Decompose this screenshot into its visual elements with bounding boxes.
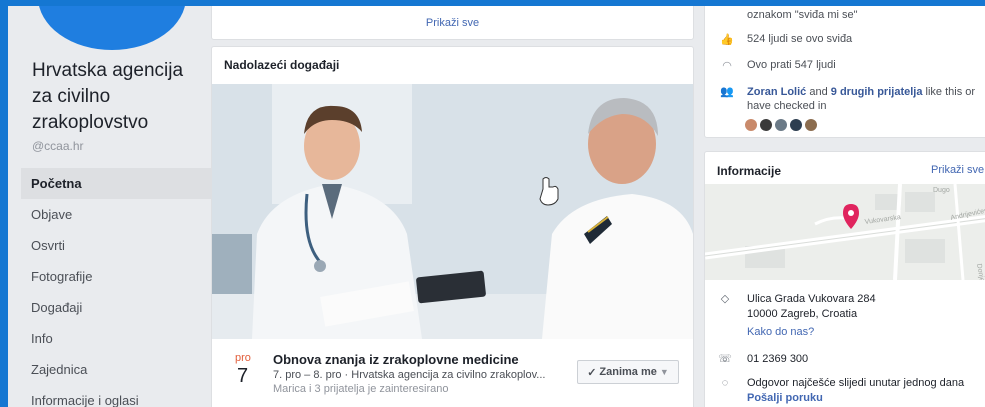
address-line2: 10000 Zagreb, Croatia [747, 308, 858, 320]
community-card: oznakom "sviđa mi se" 👍 524 ljudi se ovo… [704, 6, 985, 138]
page-handle: @ccaa.hr [32, 139, 84, 153]
event-cover-photo[interactable] [212, 84, 693, 339]
friends-tail: like this or [925, 86, 976, 98]
event-month: pro [235, 352, 251, 364]
avatar[interactable] [760, 119, 772, 131]
interested-label: Zanima me [599, 366, 657, 378]
other-friends-link[interactable]: 9 drugih prijatelja [831, 86, 923, 98]
event-illustration [212, 84, 693, 339]
info-title: Informacije [717, 164, 782, 178]
sidebar-item-info[interactable]: Info [21, 323, 211, 354]
follows-row: ◠ Ovo prati 547 ljudi [719, 59, 836, 72]
event-details: 7. pro – 8. pro · Hrvatska agencija za c… [273, 369, 546, 381]
event-day: 7 [237, 365, 249, 387]
friends-row: 👥 Zoran Lolić and 9 drugih prijatelja li… [719, 85, 985, 113]
page-title[interactable]: Hrvatska agencija za civilno zrakoplovst… [32, 58, 202, 136]
phone-number[interactable]: 01 2369 300 [747, 352, 808, 367]
friend-avatars[interactable] [745, 119, 817, 131]
map-graphic: Dugo Vukovarska Andrijevićeva Donje S [705, 184, 985, 280]
event-title[interactable]: Obnova znanja iz zrakoplovne medicine [273, 352, 519, 367]
location-map[interactable]: Dugo Vukovarska Andrijevićeva Donje S [705, 184, 985, 280]
friend-link[interactable]: Zoran Lolić [747, 86, 806, 98]
sidebar-item-objave[interactable]: Objave [21, 199, 211, 230]
sidebar-item-informacije-oglasi[interactable]: Informacije i oglasi [21, 385, 211, 407]
sidebar-item-fotografije[interactable]: Fotografije [21, 261, 211, 292]
map-label-dugo: Dugo [933, 187, 950, 194]
sidebar-item-zajednica[interactable]: Zajednica [21, 354, 211, 385]
photos-card: Prikaži sve [211, 6, 694, 40]
profile-picture[interactable] [38, 6, 186, 50]
avatar[interactable] [775, 119, 787, 131]
location-icon: ◇ [720, 293, 730, 305]
avatar[interactable] [745, 119, 757, 131]
event-friends-interested: Marica i 3 prijatelja je zainteresirano [273, 383, 449, 395]
show-all-link[interactable]: Prikaži sve [212, 17, 693, 29]
response-time: Odgovor najčešće slijedi unutar jednog d… [747, 377, 965, 389]
sidebar-item-pocetna[interactable]: Početna [21, 168, 211, 199]
directions-link[interactable]: Kako do nas? [747, 325, 876, 340]
thumbs-up-icon: 👍 [720, 34, 734, 46]
sidebar-item-dogadaji[interactable]: Događaji [21, 292, 211, 323]
friends-icon: 👥 [720, 86, 734, 98]
interested-button[interactable]: ✓ Zanima me ▼ [577, 360, 679, 384]
response-row: ◌ Odgovor najčešće slijedi unutar jednog… [717, 376, 964, 406]
caret-down-icon: ▼ [659, 367, 669, 377]
likes-count: 524 ljudi se ovo sviđa [747, 33, 853, 45]
check-icon: ✓ [587, 366, 597, 379]
likes-row: 👍 524 ljudi se ovo sviđa [719, 33, 852, 46]
information-card: Informacije Prikaži sve Dugo Vukovarska … [704, 151, 985, 407]
friends-tail2: have checked in [747, 100, 827, 112]
send-message-link[interactable]: Pošalji poruku [747, 391, 964, 406]
info-show-all-link[interactable]: Prikaži sve [931, 164, 984, 176]
phone-row: ☏ 01 2369 300 [717, 352, 808, 367]
avatar[interactable] [805, 119, 817, 131]
rss-icon: ◠ [722, 60, 732, 72]
address-block: ◇ Ulica Grada Vukovara 284 10000 Zagreb,… [717, 292, 876, 340]
follows-count: Ovo prati 547 ljudi [747, 59, 836, 71]
phone-icon: ☏ [718, 353, 732, 365]
sidebar-item-osvrti[interactable]: Osvrti [21, 230, 211, 261]
avatar[interactable] [790, 119, 802, 131]
address-line1: Ulica Grada Vukovara 284 [747, 293, 876, 305]
page-frame: Hrvatska agencija za civilno zrakoplovst… [8, 6, 985, 407]
upcoming-events-card: Nadolazeći događaji pro 7 Obnova znanja … [211, 46, 694, 407]
sidebar-nav: Početna Objave Osvrti Fotografije Događa… [21, 168, 211, 407]
events-header: Nadolazeći događaji [224, 58, 340, 72]
friends-and: and [809, 86, 828, 98]
likes-line: oznakom "sviđa mi se" [747, 9, 858, 21]
messenger-icon: ◌ [721, 377, 729, 389]
